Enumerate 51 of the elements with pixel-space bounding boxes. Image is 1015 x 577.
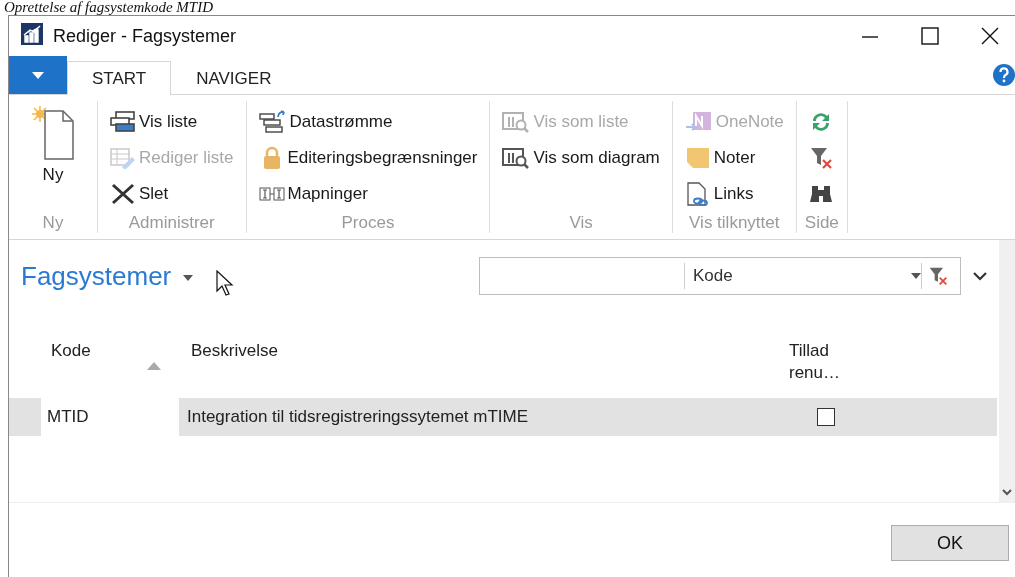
ribbon-group-label: Side — [804, 212, 839, 233]
caret-icon — [32, 71, 44, 79]
help-icon[interactable] — [993, 64, 1015, 86]
clear-filter-icon — [808, 146, 833, 170]
document-link-icon — [684, 182, 711, 206]
ribbon-button[interactable]: Vis liste — [106, 105, 238, 139]
ribbon-button[interactable]: Ny — [17, 105, 89, 185]
ribbon-button[interactable]: Noter — [680, 141, 788, 175]
delete-icon — [110, 183, 136, 205]
clear-filter-icon[interactable] — [928, 266, 948, 286]
caret-icon[interactable] — [183, 275, 194, 281]
ribbon-group-label: Vis — [568, 212, 594, 233]
ribbon-button[interactable]: Datastrømme — [254, 105, 482, 139]
column-header[interactable]: Beskrivelse — [191, 340, 278, 362]
ribbon-group-label: Vis tilknyttet — [688, 212, 781, 233]
table-cell-text: Integration til tidsregistreringssytemet mTIME — [186, 406, 530, 428]
ribbon-button[interactable]: Editeringsbegrænsninger — [254, 141, 482, 175]
figure-caption: Oprettelse af fagsystemkode MTID — [3, 0, 214, 15]
table-magnifier-icon — [502, 147, 531, 169]
caret-icon — [911, 273, 921, 279]
app-logo-icon — [21, 23, 43, 45]
sort-ascending-icon — [146, 362, 161, 370]
ribbon-group-label: Ny — [41, 212, 65, 233]
ribbon-button[interactable]: Mapninger — [254, 177, 482, 211]
ribbon-button[interactable]: Slet — [106, 177, 238, 211]
ribbon-group-label: Administrer — [127, 212, 216, 233]
table-cell: MTID — [41, 398, 179, 436]
column-header[interactable]: Kode — [51, 340, 91, 362]
column-header[interactable]: Tillad renu… — [789, 340, 849, 384]
window-title: Rediger - Fagsystemer — [53, 25, 238, 47]
table-magnifier-icon — [502, 111, 531, 133]
page-title: Fagsystemer — [21, 260, 172, 292]
vertical-scrollbar[interactable] — [999, 240, 1015, 502]
scroll-down-icon[interactable] — [1002, 489, 1012, 496]
ribbon-button[interactable]: Vis som diagram — [498, 141, 664, 175]
chevron-down-icon[interactable] — [973, 272, 987, 281]
close-icon[interactable] — [981, 27, 999, 45]
data-flow-icon — [258, 110, 287, 134]
table-row[interactable]: MTID Integration til tidsregistreringssytemet mTIME — [9, 398, 997, 436]
ribbon-tab[interactable]: START — [67, 61, 172, 95]
maximize-icon[interactable] — [921, 27, 939, 45]
ok-button[interactable]: OK — [891, 525, 1009, 561]
checkbox[interactable] — [817, 408, 835, 426]
list-icon — [110, 111, 136, 133]
new-document-icon — [31, 105, 75, 161]
ribbon-button[interactable]: Links — [680, 177, 788, 211]
ribbon-group-label: Proces — [340, 212, 396, 233]
mouse-pointer-icon — [216, 270, 234, 296]
sticky-note-icon — [684, 146, 711, 170]
table-pencil-icon — [110, 147, 136, 169]
ribbon-tab[interactable]: NAVIGER — [171, 61, 297, 95]
